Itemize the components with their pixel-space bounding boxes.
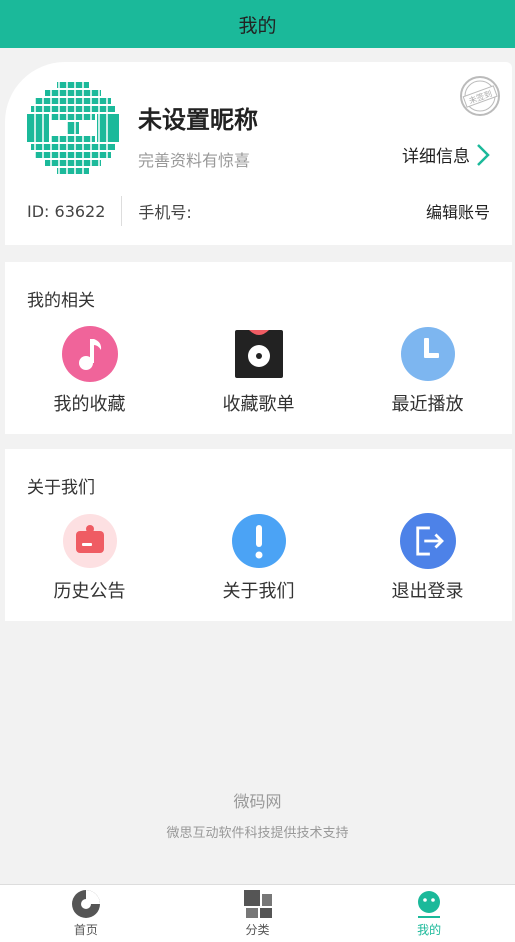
nickname: 未设置昵称 <box>138 106 258 134</box>
home-pie-icon <box>71 890 100 918</box>
footer-support: 微思互动软件科技提供技术支持 <box>166 826 349 841</box>
phone-label: 手机号: <box>138 203 192 222</box>
about-us-label: 关于我们 <box>222 581 295 602</box>
page-title: 我的 <box>238 14 277 37</box>
detail-info-label: 详细信息 <box>402 147 470 167</box>
tab-mine[interactable]: 我的 <box>343 885 515 942</box>
tab-home-label: 首页 <box>73 923 98 937</box>
chevron-right-icon <box>477 143 490 166</box>
favorites-label: 我的收藏 <box>53 394 126 415</box>
detail-info-link[interactable]: 详细信息 <box>402 142 490 167</box>
profile-meta-row: ID: 63622 手机号: 编辑账号 <box>27 196 490 226</box>
section-about: 关于我们 历史公告 关于我们 退出登录 <box>5 449 512 621</box>
user-id: ID: 63622 <box>27 196 123 226</box>
recent-play-item[interactable]: 最近播放 <box>343 326 512 416</box>
bottom-tab-bar: 首页 分类 我的 <box>0 884 515 942</box>
music-note-icon <box>61 326 118 382</box>
announcement-icon <box>62 514 117 568</box>
edit-account-link[interactable]: 编辑账号 <box>426 199 490 223</box>
logout-label: 退出登录 <box>391 581 464 602</box>
saved-playlists-label: 收藏歌单 <box>222 394 295 415</box>
saved-playlists-item[interactable]: 收藏歌单 <box>174 326 343 416</box>
footer-brand: 微码网 <box>233 792 282 811</box>
smile-face-icon <box>418 891 441 918</box>
about-us-item[interactable]: 关于我们 <box>174 513 343 603</box>
clock-icon <box>400 327 455 381</box>
category-grid-icon <box>243 890 272 918</box>
profile-card: 未设置昵称 完善资料有惊喜 未签到 详细信息 ID: 63622 手机号: 编辑… <box>5 62 512 245</box>
tab-category-label: 分类 <box>245 923 270 937</box>
section-related-title: 我的相关 <box>27 291 95 311</box>
logout-item[interactable]: 退出登录 <box>343 513 512 603</box>
logout-icon <box>399 513 456 569</box>
tab-category[interactable]: 分类 <box>172 885 344 942</box>
sign-in-stamp-icon[interactable]: 未签到 <box>458 74 502 118</box>
tab-mine-label: 我的 <box>417 923 442 937</box>
avatar[interactable] <box>27 82 119 174</box>
section-related: 我的相关 我的收藏 收藏歌单 最近播放 <box>5 262 512 434</box>
profile-subtitle: 完善资料有惊喜 <box>138 151 251 170</box>
vinyl-record-icon <box>234 330 283 378</box>
top-bar: 我的 <box>0 0 515 48</box>
exclamation-icon <box>231 514 286 568</box>
recent-play-label: 最近播放 <box>391 394 464 415</box>
history-announcement-label: 历史公告 <box>53 581 126 602</box>
history-announcement-item[interactable]: 历史公告 <box>5 513 174 603</box>
tab-home[interactable]: 首页 <box>0 885 172 942</box>
section-about-title: 关于我们 <box>27 478 95 498</box>
favorites-item[interactable]: 我的收藏 <box>5 326 174 416</box>
